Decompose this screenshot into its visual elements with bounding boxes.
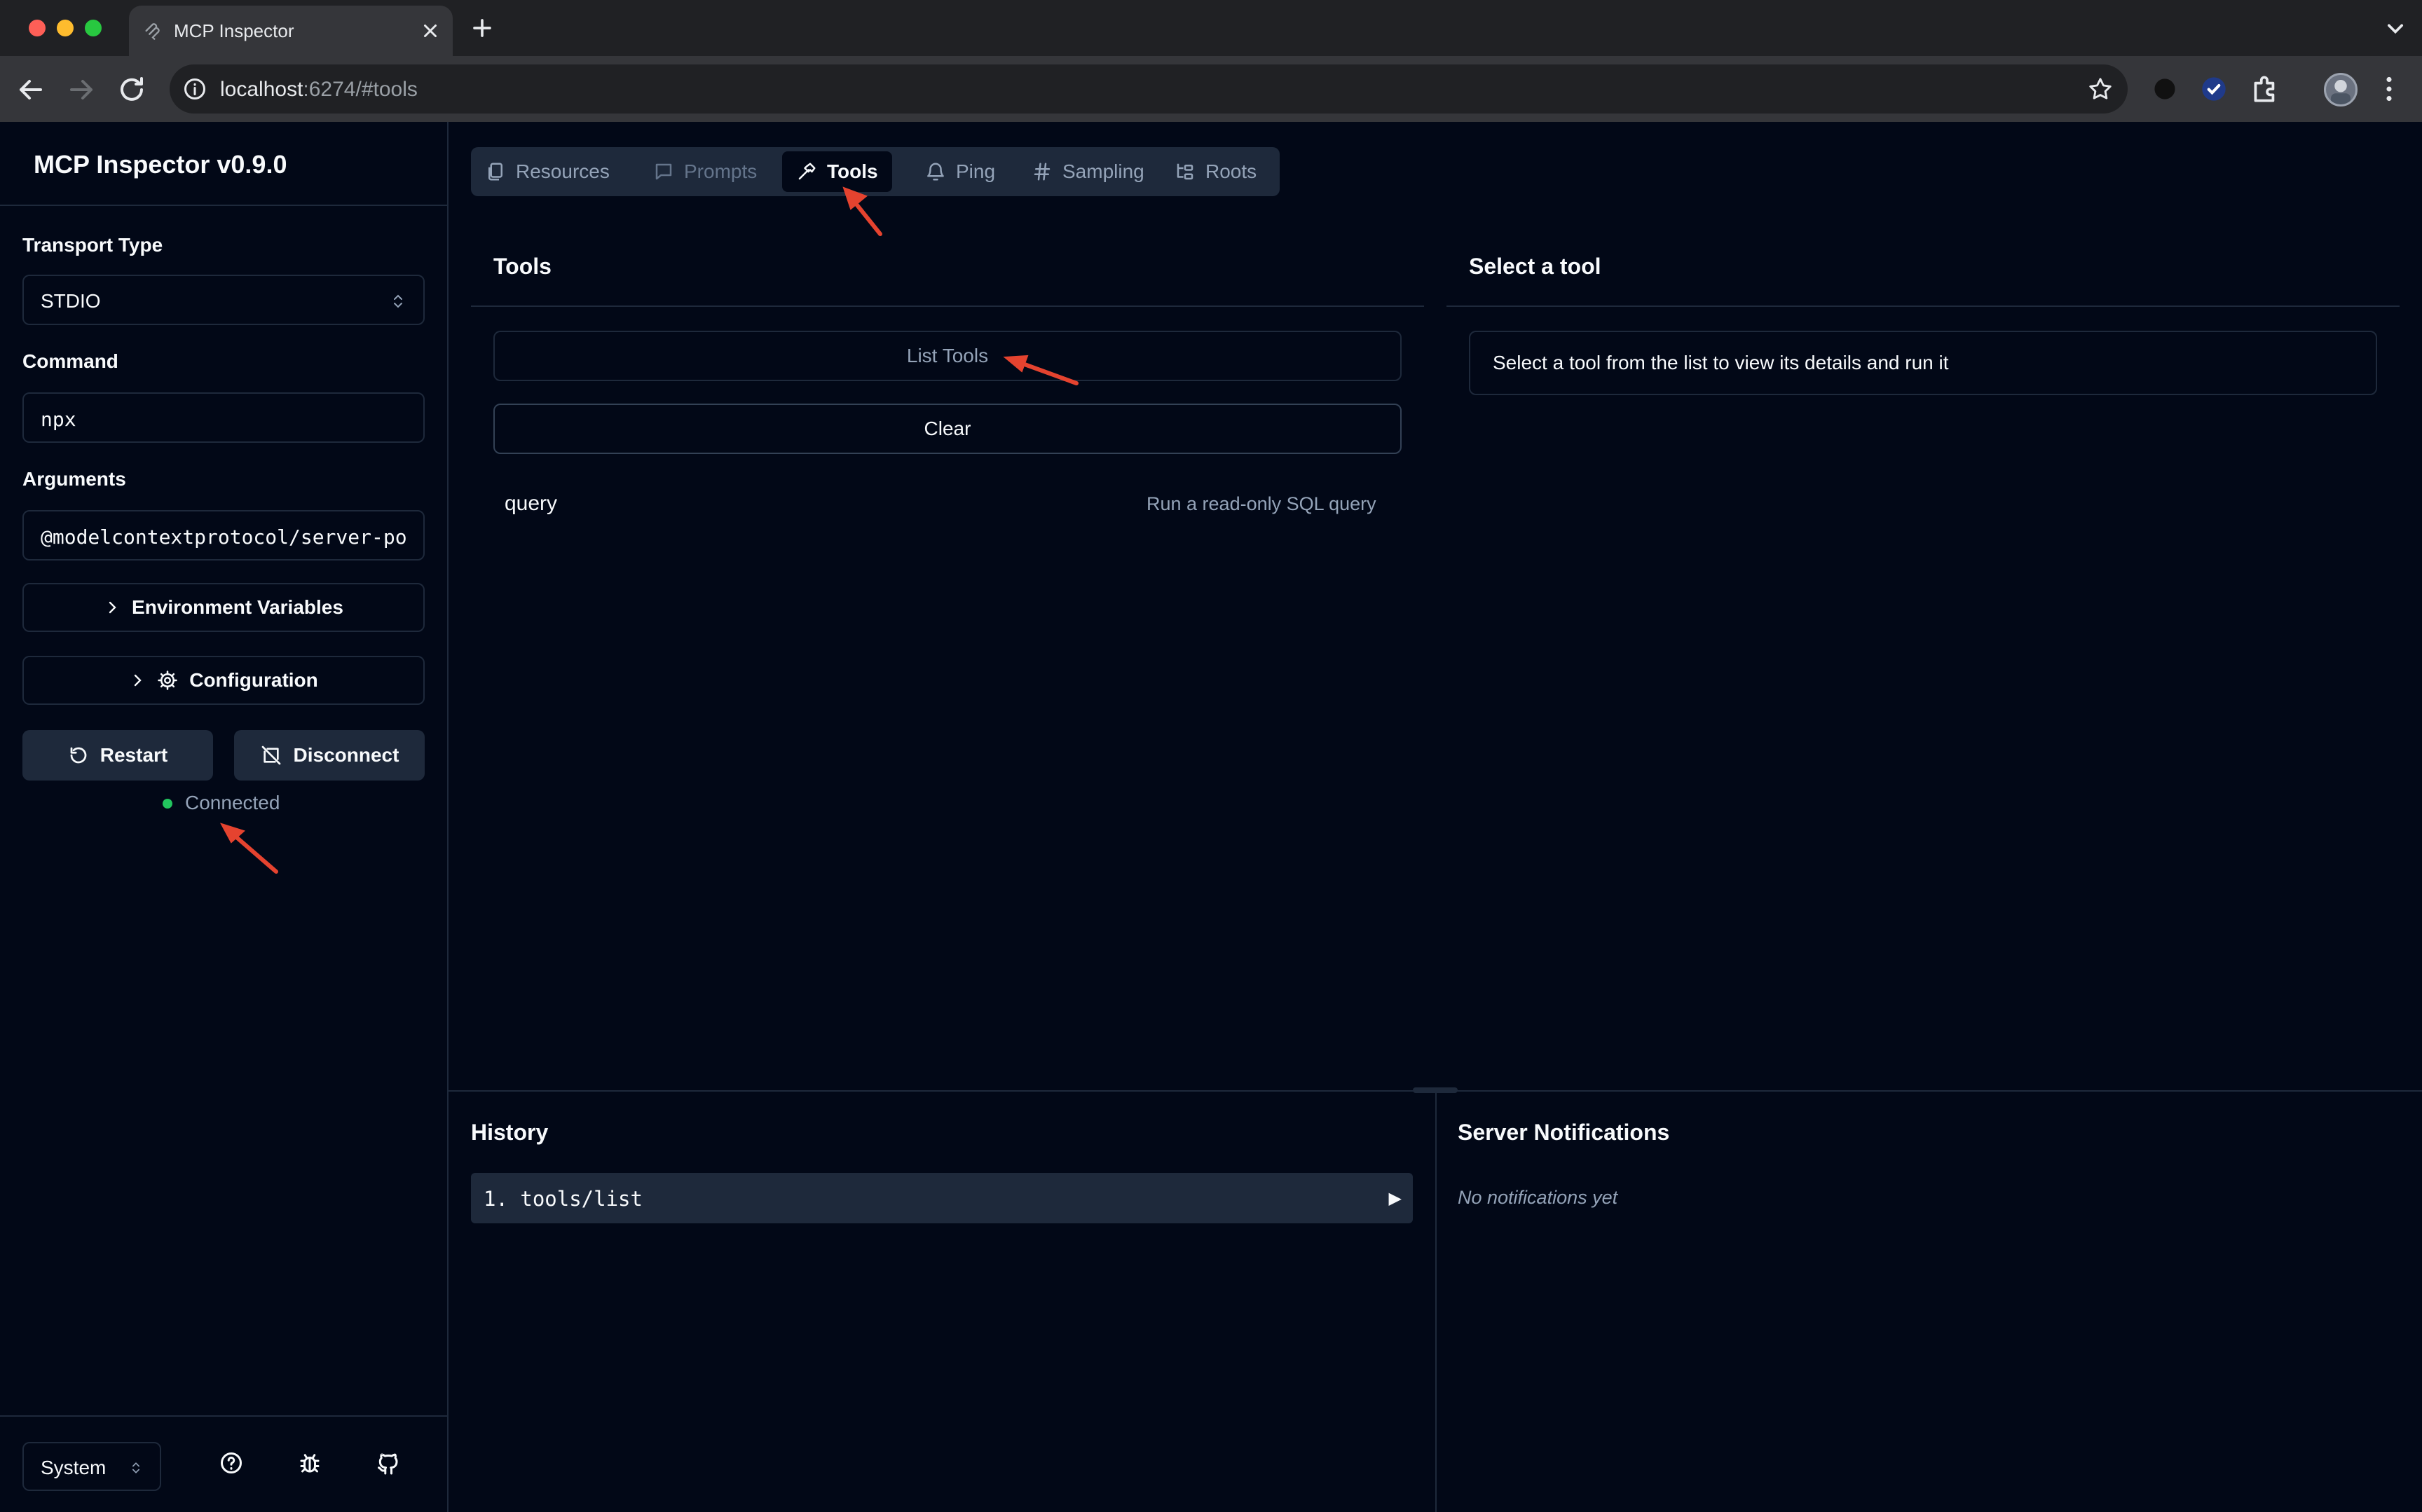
tools-panel-title: Tools — [493, 254, 552, 279]
connection-status-dot — [163, 799, 172, 809]
environment-variables-label: Environment Variables — [132, 596, 343, 618]
sidebar-footer: System — [0, 1415, 447, 1512]
extension-check-icon[interactable] — [2196, 71, 2231, 106]
tab-resources[interactable]: Resources — [471, 151, 624, 192]
mcp-favicon-icon — [143, 21, 163, 41]
theme-value: System — [41, 1457, 107, 1478]
configuration-button[interactable]: Configuration — [22, 656, 425, 705]
reload-icon[interactable] — [115, 73, 149, 106]
disconnect-button[interactable]: Disconnect — [234, 730, 425, 781]
extensions-puzzle-icon[interactable] — [2248, 71, 2283, 106]
settings-gear-icon — [157, 670, 178, 691]
url-host: localhost — [220, 78, 303, 101]
rotate-ccw-icon — [68, 745, 89, 766]
tab-search-chevron-icon[interactable] — [2380, 13, 2411, 43]
detail-panel-title: Select a tool — [1469, 254, 1601, 279]
window-minimize-button[interactable] — [57, 20, 74, 36]
tab-label: Tools — [827, 160, 878, 182]
transport-type-value: STDIO — [41, 290, 101, 312]
new-tab-plus-icon[interactable] — [467, 13, 498, 43]
unplug-icon — [260, 744, 282, 767]
sidebar-header: MCP Inspector v0.9.0 — [0, 122, 447, 206]
address-url: localhost:6274/#tools — [220, 78, 418, 102]
tab-roots[interactable]: Roots — [1161, 151, 1271, 192]
transport-type-label: Transport Type — [22, 234, 163, 256]
tab-label: Prompts — [684, 160, 758, 182]
connection-status-text: Connected — [185, 792, 280, 813]
chevron-right-icon — [104, 599, 121, 616]
chevron-right-icon — [129, 672, 146, 689]
history-title: History — [471, 1120, 549, 1145]
site-info-icon[interactable] — [182, 76, 207, 102]
browser-tab[interactable]: MCP Inspector — [129, 6, 453, 56]
command-value: npx — [41, 408, 76, 431]
command-input[interactable]: npx — [22, 392, 425, 443]
chevrons-up-down-icon — [390, 291, 406, 311]
files-icon — [485, 161, 506, 182]
chevrons-up-down-icon — [129, 1459, 143, 1477]
back-arrow-icon[interactable] — [14, 73, 48, 106]
environment-variables-button[interactable]: Environment Variables — [22, 583, 425, 632]
address-bar[interactable]: localhost:6274/#tools — [170, 64, 2128, 114]
github-icon[interactable] — [376, 1450, 406, 1481]
hammer-icon — [796, 161, 817, 182]
transport-type-select[interactable]: STDIO — [22, 275, 425, 325]
extension-dark-icon[interactable] — [2147, 71, 2182, 106]
forward-arrow-icon[interactable] — [64, 73, 98, 106]
sidebar: MCP Inspector v0.9.0 Transport Type STDI… — [0, 122, 449, 1512]
bottom-divider — [1435, 1092, 1437, 1512]
disconnect-label: Disconnect — [293, 744, 399, 766]
window-zoom-button[interactable] — [85, 20, 102, 36]
message-square-icon — [653, 161, 674, 182]
tools-panel-divider — [471, 305, 1424, 307]
tab-label: Sampling — [1062, 160, 1144, 182]
tool-description: Run a read-only SQL query — [1147, 493, 1376, 514]
url-path: :6274/#tools — [303, 78, 418, 101]
tab-label: Ping — [956, 160, 996, 182]
restart-button[interactable]: Restart — [22, 730, 213, 781]
tab-label: Roots — [1205, 160, 1257, 182]
window-close-button[interactable] — [29, 20, 46, 36]
tab-ping[interactable]: Ping — [911, 151, 1009, 192]
browser-tab-title: MCP Inspector — [174, 20, 294, 41]
bug-icon[interactable] — [297, 1450, 328, 1481]
bell-icon — [925, 161, 946, 182]
bookmark-star-icon[interactable] — [2087, 76, 2114, 102]
tab-sampling[interactable]: Sampling — [1018, 151, 1158, 192]
server-notifications-title: Server Notifications — [1458, 1120, 1670, 1145]
clear-button[interactable]: Clear — [493, 404, 1402, 454]
hash-icon — [1032, 161, 1053, 182]
theme-select[interactable]: System — [22, 1442, 161, 1491]
history-item-label: 1. tools/list — [484, 1187, 643, 1211]
no-notifications-text: No notifications yet — [1458, 1187, 1618, 1208]
configuration-label: Configuration — [189, 669, 318, 691]
inspector-app: MCP Inspector v0.9.0 Transport Type STDI… — [0, 122, 2422, 1512]
browser-menu-kebab-icon[interactable] — [2372, 71, 2407, 106]
tab-label: Resources — [516, 160, 610, 182]
app-title: MCP Inspector v0.9.0 — [34, 150, 287, 179]
tool-name: query — [505, 492, 558, 515]
close-tab-icon[interactable] — [418, 18, 443, 43]
arguments-value: @modelcontextprotocol/server-po — [41, 525, 407, 549]
folder-tree-icon — [1175, 161, 1196, 182]
browser-toolbar: localhost:6274/#tools — [0, 56, 2422, 122]
tab-prompts[interactable]: Prompts — [639, 151, 771, 192]
detail-panel-divider — [1446, 305, 2400, 307]
help-circle-icon[interactable] — [219, 1450, 249, 1481]
browser-tab-strip: MCP Inspector — [0, 0, 2422, 56]
select-tool-placeholder: Select a tool from the list to view its … — [1469, 331, 2377, 395]
command-label: Command — [22, 350, 118, 372]
arguments-input[interactable]: @modelcontextprotocol/server-po — [22, 510, 425, 561]
main-tabs: Resources Prompts Tools Ping Sampling Ro… — [471, 147, 1280, 196]
arguments-label: Arguments — [22, 468, 126, 490]
bottom-panel: History 1. tools/list ▶ Server Notificat… — [449, 1087, 2422, 1512]
history-item[interactable]: 1. tools/list ▶ — [471, 1173, 1413, 1223]
list-tools-button[interactable]: List Tools — [493, 331, 1402, 381]
select-tool-message: Select a tool from the list to view its … — [1493, 352, 1949, 373]
tab-tools[interactable]: Tools — [782, 151, 892, 192]
restart-label: Restart — [100, 744, 168, 766]
profile-avatar[interactable] — [2324, 73, 2358, 106]
expand-triangle-icon[interactable]: ▶ — [1389, 1188, 1402, 1209]
